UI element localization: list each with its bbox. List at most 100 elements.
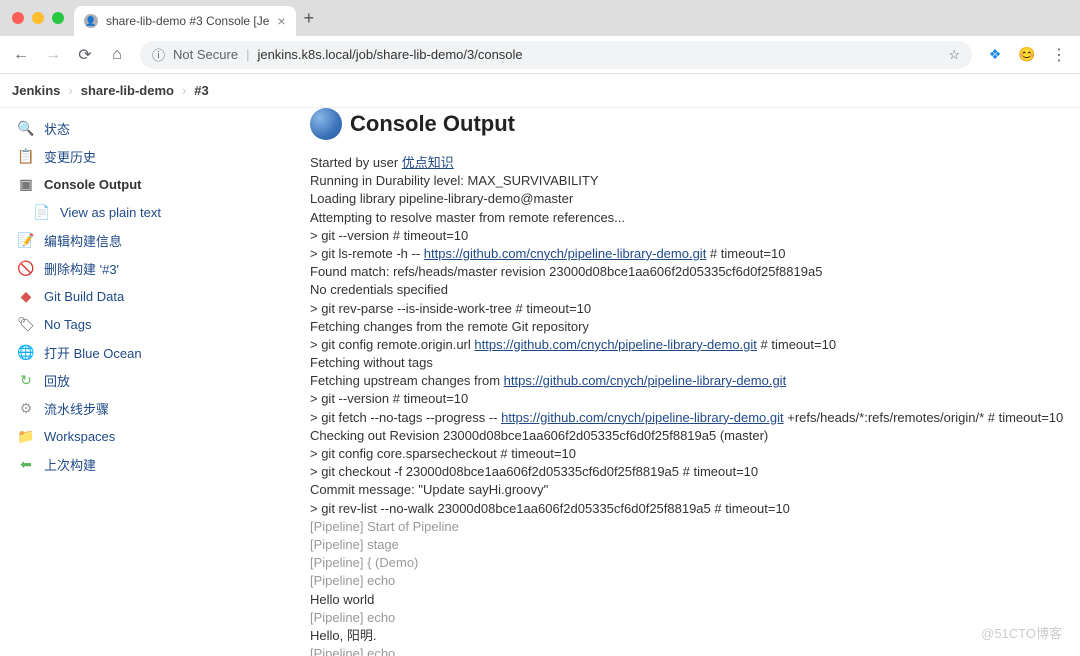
console-line: Loading library pipeline-library-demo@ma… xyxy=(310,190,1070,208)
maximize-window-button[interactable] xyxy=(52,12,64,24)
repo-link[interactable]: https://github.com/cnych/pipeline-librar… xyxy=(501,410,784,425)
console-line: Started by user xyxy=(310,155,402,170)
menu-icon[interactable]: ⋮ xyxy=(1050,45,1068,65)
info-icon: ⓘ xyxy=(152,45,165,64)
page-title: Console Output xyxy=(350,111,515,137)
sidebar-item-0[interactable]: 🔍 状态 xyxy=(8,114,310,142)
bookmark-icon[interactable]: ☆ xyxy=(948,47,960,63)
sidebar-item-label: 状态 xyxy=(44,119,70,138)
sidebar-item-12[interactable]: ⬅ 上次构建 xyxy=(8,450,310,478)
sidebar-item-8[interactable]: 🌐打开 Blue Ocean xyxy=(8,338,310,366)
reload-icon[interactable]: ⟳ xyxy=(76,45,94,65)
console-line: > git fetch --no-tags --progress -- xyxy=(310,410,501,425)
sidebar-icon: ↻ xyxy=(16,370,36,390)
tab-title: share-lib-demo #3 Console [Je xyxy=(106,14,269,28)
console-line: > git checkout -f 23000d08bce1aa606f2d05… xyxy=(310,463,1070,481)
sidebar-icon: ▣ xyxy=(16,174,36,194)
breadcrumb-jenkins[interactable]: Jenkins xyxy=(12,83,60,98)
sidebar-item-label: 回放 xyxy=(44,371,70,390)
sidebar-icon: 🔍 xyxy=(16,118,36,138)
repo-link[interactable]: https://github.com/cnych/pipeline-librar… xyxy=(474,337,757,352)
console-line: Commit message: "Update sayHi.groovy" xyxy=(310,481,1070,499)
sidebar-item-5[interactable]: 🚫删除构建 '#3' xyxy=(8,254,310,282)
pipeline-marker: [Pipeline] { (Demo) xyxy=(310,554,1070,572)
sidebar-item-9[interactable]: ↻ 回放 xyxy=(8,366,310,394)
new-tab-button[interactable]: + xyxy=(304,8,315,29)
breadcrumb: Jenkins › share-lib-demo › #3 xyxy=(0,74,1080,108)
sidebar-item-6[interactable]: ◆ Git Build Data xyxy=(8,282,310,310)
sidebar-item-label: 编辑构建信息 xyxy=(44,231,122,250)
console-line: Fetching changes from the remote Git rep… xyxy=(310,318,1070,336)
sidebar-icon: 🌐 xyxy=(16,342,36,362)
sidebar-icon: ◆ xyxy=(16,286,36,306)
sidebar-item-4[interactable]: 📝编辑构建信息 xyxy=(8,226,310,254)
chevron-right-icon: › xyxy=(68,83,72,98)
repo-link[interactable]: https://github.com/cnych/pipeline-librar… xyxy=(504,373,787,388)
console-line: # timeout=10 xyxy=(757,337,836,352)
sidebar-item-2[interactable]: ▣ Console Output xyxy=(8,170,310,198)
address-bar[interactable]: ⓘ Not Secure | jenkins.k8s.local/job/sha… xyxy=(140,41,972,69)
sidebar-item-label: 上次构建 xyxy=(44,455,96,474)
jenkins-favicon-icon: 👤 xyxy=(84,14,98,28)
console-line: > git rev-parse --is-inside-work-tree # … xyxy=(310,300,1070,318)
browser-tab[interactable]: 👤 share-lib-demo #3 Console [Je × xyxy=(74,6,296,36)
close-window-button[interactable] xyxy=(12,12,24,24)
content-area: Console Output Started by user 优点知识 Runn… xyxy=(310,108,1080,656)
console-line: Fetching upstream changes from xyxy=(310,373,504,388)
console-line: Running in Durability level: MAX_SURVIVA… xyxy=(310,172,1070,190)
extension-icon[interactable]: ❖ xyxy=(986,46,1004,64)
console-line: Hello, 阳明. xyxy=(310,627,1070,645)
sidebar-icon: ⚙ xyxy=(16,398,36,418)
breadcrumb-job[interactable]: share-lib-demo xyxy=(81,83,174,98)
close-tab-icon[interactable]: × xyxy=(277,13,285,29)
console-orb-icon xyxy=(310,108,342,140)
sidebar-item-1[interactable]: 📋变更历史 xyxy=(8,142,310,170)
sidebar-item-label: 变更历史 xyxy=(44,147,96,166)
profile-icon[interactable]: 😊 xyxy=(1018,46,1036,64)
sidebar-item-11[interactable]: 📁Workspaces xyxy=(8,422,310,450)
sidebar: 🔍 状态 📋变更历史 ▣ Console Output 📄View as plain te… xyxy=(0,108,310,656)
sidebar-icon: 🏷 xyxy=(16,314,36,334)
console-line: > git config remote.origin.url xyxy=(310,337,474,352)
sidebar-item-10[interactable]: ⚙ 流水线步骤 xyxy=(8,394,310,422)
console-line: Fetching without tags xyxy=(310,354,1070,372)
browser-toolbar: ← → ⟳ ⌂ ⓘ Not Secure | jenkins.k8s.local… xyxy=(0,36,1080,74)
home-icon[interactable]: ⌂ xyxy=(108,46,126,64)
sidebar-item-3[interactable]: 📄View as plain text xyxy=(8,198,310,226)
pipeline-marker: [Pipeline] Start of Pipeline xyxy=(310,518,1070,536)
watermark: @51CTO博客 xyxy=(981,623,1062,642)
sidebar-item-7[interactable]: 🏷 No Tags xyxy=(8,310,310,338)
breadcrumb-build[interactable]: #3 xyxy=(194,83,208,98)
window-titlebar: 👤 share-lib-demo #3 Console [Je × + xyxy=(0,0,1080,36)
window-controls xyxy=(12,12,64,24)
sidebar-item-label: View as plain text xyxy=(60,205,161,220)
addr-divider: | xyxy=(246,47,249,62)
pipeline-marker: [Pipeline] echo xyxy=(310,609,1070,627)
sidebar-item-label: Console Output xyxy=(44,177,142,192)
pipeline-marker: [Pipeline] echo xyxy=(310,572,1070,590)
console-line: No credentials specified xyxy=(310,281,1070,299)
repo-link[interactable]: https://github.com/cnych/pipeline-librar… xyxy=(424,246,707,261)
back-icon[interactable]: ← xyxy=(12,46,30,64)
console-line: > git rev-list --no-walk 23000d08bce1aa6… xyxy=(310,500,1070,518)
console-line: > git ls-remote -h -- xyxy=(310,246,424,261)
console-line: > git --version # timeout=10 xyxy=(310,227,1070,245)
console-line: > git config core.sparsecheckout # timeo… xyxy=(310,445,1070,463)
sidebar-icon: ⬅ xyxy=(16,454,36,474)
sidebar-item-label: No Tags xyxy=(44,317,91,332)
console-line: +refs/heads/*:refs/remotes/origin/* # ti… xyxy=(784,410,1064,425)
pipeline-marker: [Pipeline] echo xyxy=(310,645,1070,656)
minimize-window-button[interactable] xyxy=(32,12,44,24)
sidebar-item-label: 删除构建 '#3' xyxy=(44,259,119,278)
sidebar-item-label: 流水线步骤 xyxy=(44,399,109,418)
sidebar-item-label: Git Build Data xyxy=(44,289,124,304)
security-label: Not Secure xyxy=(173,47,238,62)
sidebar-item-label: Workspaces xyxy=(44,429,115,444)
forward-icon[interactable]: → xyxy=(44,46,62,64)
console-line: Attempting to resolve master from remote… xyxy=(310,209,1070,227)
console-output: Started by user 优点知识 Running in Durabili… xyxy=(310,154,1070,656)
user-link[interactable]: 优点知识 xyxy=(402,155,454,170)
console-line: > git --version # timeout=10 xyxy=(310,390,1070,408)
url-text: jenkins.k8s.local/job/share-lib-demo/3/c… xyxy=(257,47,522,62)
console-line: Checking out Revision 23000d08bce1aa606f… xyxy=(310,427,1070,445)
